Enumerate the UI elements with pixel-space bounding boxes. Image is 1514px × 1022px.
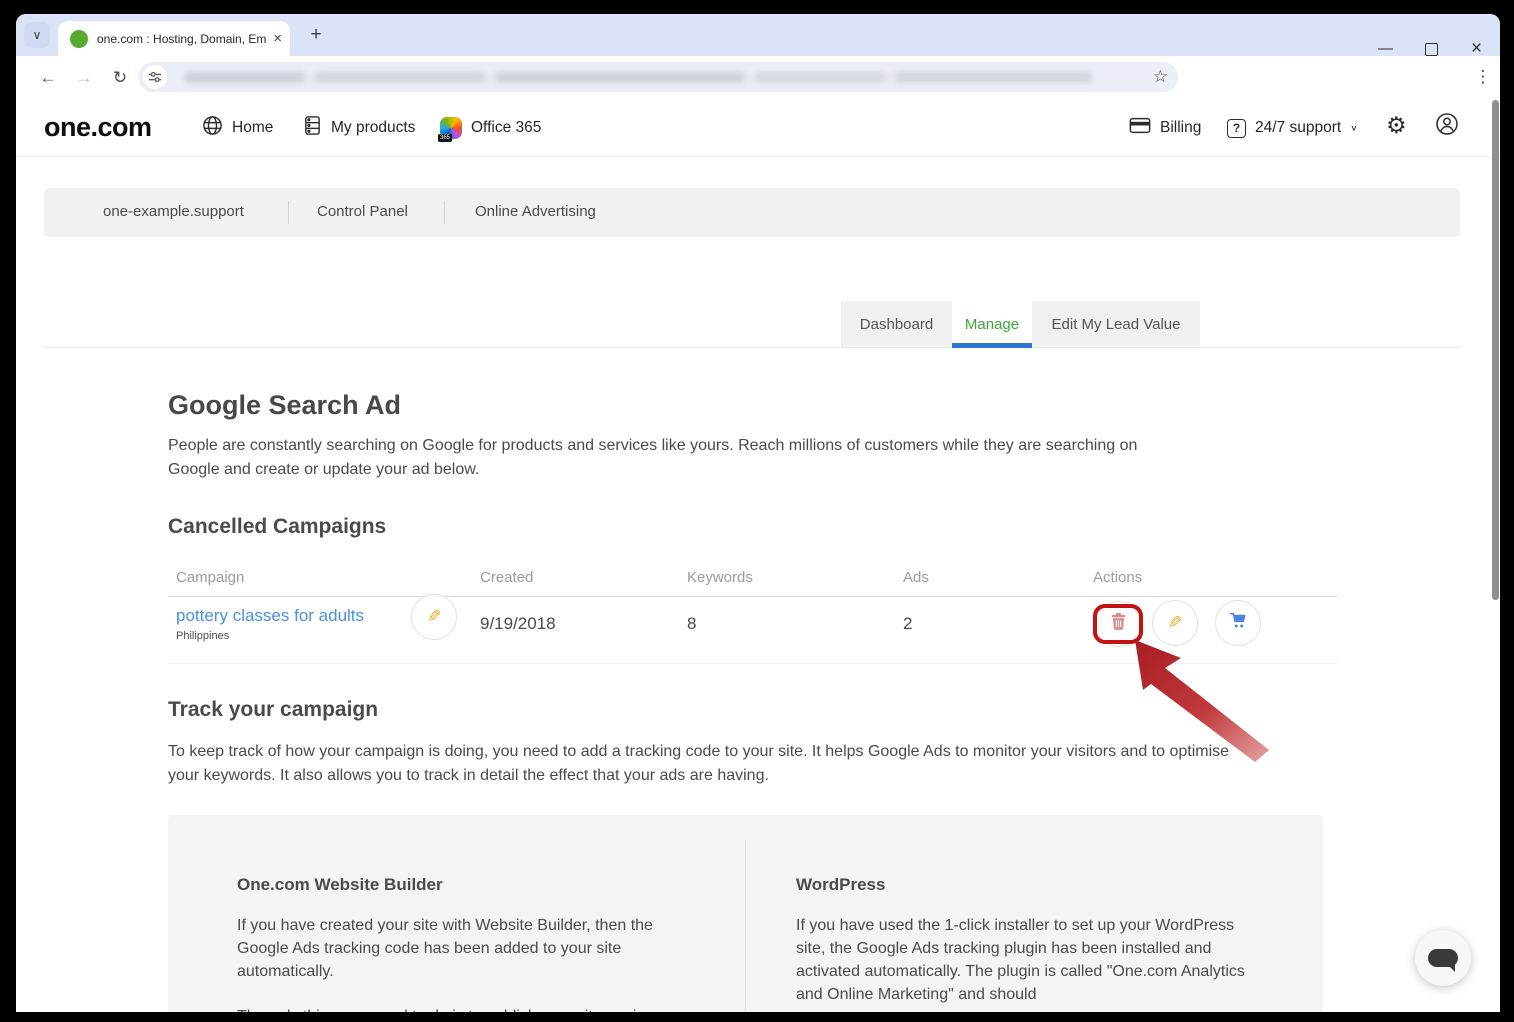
nav-label: My products [331,119,415,137]
pencil-icon: ✎ [427,607,441,627]
breadcrumb-divider [444,201,445,224]
campaign-created-date: 9/19/2018 [480,614,556,634]
tab-manage[interactable]: Manage [952,301,1032,348]
window-minimize-button[interactable]: — [1378,41,1393,56]
chat-launcher-button[interactable] [1415,930,1471,986]
site-settings-icon[interactable] [143,65,167,89]
nav-label: Billing [1160,119,1201,137]
back-icon[interactable]: ← [34,64,62,92]
annotation-arrow [1129,636,1279,767]
track-campaign-text: To keep track of how your campaign is do… [168,740,1238,787]
one-com-logo[interactable]: one.com [44,112,152,143]
products-list-icon [303,115,322,141]
nav-item-home[interactable]: Home [202,114,273,142]
campaign-ads-count: 2 [903,614,912,634]
tab-title: one.com : Hosting, Domain, Em [97,32,267,46]
shopping-cart-icon [1229,612,1248,634]
tab-dashboard[interactable]: Dashboard [841,301,952,348]
page-title: Google Search Ad [168,390,401,421]
page-intro: People are constantly searching on Googl… [168,434,1188,481]
settings-gear-icon[interactable]: ⚙ [1386,114,1407,137]
screenshot-root: { "browser": { "tab": { "title": "one.co… [0,0,1514,1022]
site-favicon [70,30,88,48]
breadcrumb-control-panel[interactable]: Control Panel [317,203,408,220]
chevron-down-icon: ∨ [33,28,42,42]
column-header-created: Created [480,569,533,586]
office-365-icon: 365 [440,117,462,139]
bookmark-star-icon[interactable]: ☆ [1153,67,1168,87]
new-tab-button[interactable]: + [304,23,328,47]
column-header-actions: Actions [1093,569,1142,586]
breadcrumb-domain[interactable]: one-example.support [103,203,244,220]
breadcrumb-online-advertising[interactable]: Online Advertising [475,203,596,220]
nav-item-my-products[interactable]: My products [303,114,415,142]
nav-item-office-365[interactable]: 365 Office 365 [440,114,541,142]
active-tab-underline [952,343,1032,348]
browser-tab-strip: ∨ one.com : Hosting, Domain, Em × + — × [16,14,1500,56]
address-bar[interactable]: ☆ [138,62,1178,92]
breadcrumb: one-example.support Control Panel Online… [44,188,1460,237]
browser-menu-icon[interactable]: ⋮ [1469,63,1497,91]
nav-item-support[interactable]: ? 24/7 support ∨ [1227,114,1358,142]
chevron-down-icon: ∨ [1350,124,1357,133]
account-avatar-icon[interactable] [1435,112,1459,141]
page-scrollbar[interactable] [1492,100,1499,600]
nav-item-billing[interactable]: Billing [1129,114,1201,142]
question-mark-icon: ? [1227,119,1246,138]
window-maximize-button[interactable] [1425,43,1438,56]
campaign-name-link[interactable]: pottery classes for adults [176,606,364,626]
column-header-ads: Ads [903,569,929,586]
website-builder-card-text-clipped: The only thing you need to do is to publ… [237,1008,707,1012]
credit-card-icon [1129,117,1151,139]
browser-toolbar: ← → ↻ ☆ ⋮ [16,56,1500,100]
track-campaign-heading: Track your campaign [168,698,378,722]
blurred-url-text [184,72,1134,83]
nav-label: 24/7 support [1255,119,1341,137]
tab-search-button[interactable]: ∨ [24,22,50,48]
website-builder-card-text: If you have created your site with Websi… [237,914,677,983]
forward-icon[interactable]: → [70,64,98,92]
chat-bubble-icon [1428,949,1458,967]
wordpress-card-text: If you have used the 1-click installer t… [796,914,1261,1006]
tab-edit-my-lead-value[interactable]: Edit My Lead Value [1032,301,1200,348]
nav-label: Office 365 [471,119,541,137]
campaign-keywords-count: 8 [687,614,696,634]
website-builder-card-title: One.com Website Builder [237,875,443,895]
reload-icon[interactable]: ↻ [106,64,134,92]
pencil-icon: ✎ [1168,613,1182,633]
tabs-divider-line [44,347,1460,348]
panel-divider [745,840,746,1012]
rename-campaign-button[interactable]: ✎ [411,594,457,640]
plus-icon: + [310,24,321,46]
column-header-keywords: Keywords [687,569,753,586]
column-header-campaign: Campaign [176,569,244,586]
site-header: one.com Home My products 365 [16,99,1500,157]
globe-icon [202,115,223,141]
browser-window: ∨ one.com : Hosting, Domain, Em × + — × … [16,14,1500,1012]
tab-close-icon[interactable]: × [273,31,282,46]
cancelled-campaigns-heading: Cancelled Campaigns [168,515,386,539]
campaign-location: Philippines [176,630,229,642]
browser-tab[interactable]: one.com : Hosting, Domain, Em × [58,21,290,56]
table-header-divider [168,596,1337,597]
nav-label: Home [232,119,273,137]
wordpress-card-title: WordPress [796,875,885,895]
breadcrumb-divider [288,201,289,224]
